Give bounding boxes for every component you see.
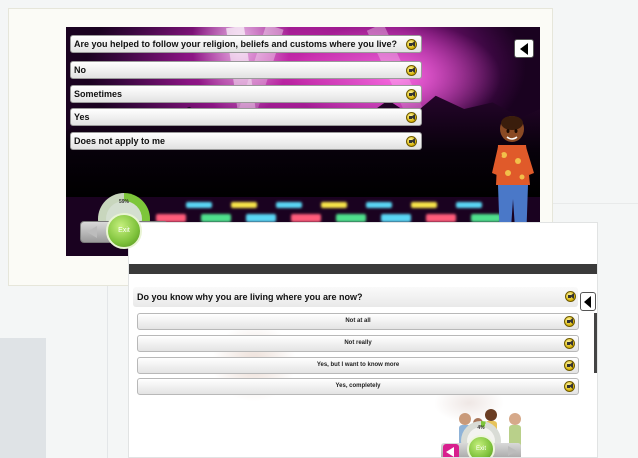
answer-option-completely[interactable]: Yes, completely [137, 378, 579, 395]
scroll-edge [594, 313, 597, 373]
answer-option-want-more[interactable]: Yes, but I want to know more [137, 357, 579, 374]
previous-arrow-icon[interactable] [87, 226, 97, 238]
answer-option-not-at-all[interactable]: Not at all [137, 313, 579, 330]
exit-button[interactable]: Exit [106, 213, 142, 249]
question-text: Do you know why you are living where you… [137, 292, 363, 302]
answer-option-sometimes[interactable]: Sometimes [70, 85, 422, 103]
progress-label: 59% [118, 199, 129, 205]
speaker-icon[interactable] [406, 39, 417, 50]
back-arrow-icon[interactable] [580, 292, 596, 311]
speaker-icon[interactable] [406, 89, 417, 100]
answer-option-yes[interactable]: Yes [70, 108, 422, 126]
speaker-icon[interactable] [406, 65, 417, 76]
answer-label: Not at all [345, 318, 371, 324]
answer-label: Yes, completely [335, 383, 381, 389]
answer-label: No [74, 65, 86, 75]
answer-option-not-really[interactable]: Not really [137, 335, 579, 352]
answer-label: Yes [74, 112, 90, 122]
question-text: Are you helped to follow your religion, … [74, 39, 398, 49]
speaker-icon[interactable] [406, 112, 417, 123]
progress-label: 4% [477, 425, 485, 431]
speaker-icon[interactable] [564, 316, 575, 327]
back-arrow-icon[interactable] [514, 39, 534, 58]
answer-option-no[interactable]: No [70, 61, 422, 79]
question-bar: Do you know why you are living where you… [133, 287, 578, 307]
progress-nav: 4% Exit [441, 421, 521, 457]
answer-label: Not really [344, 340, 372, 346]
exit-button[interactable]: Exit [467, 435, 495, 457]
answer-label: Yes, but I want to know more [316, 362, 400, 368]
divider-line [107, 276, 108, 458]
speaker-icon[interactable] [406, 136, 417, 147]
divider-line [552, 203, 638, 204]
speaker-icon[interactable] [565, 291, 576, 302]
speaker-icon[interactable] [564, 381, 575, 392]
answer-label: Does not apply to me [74, 136, 166, 146]
speaker-icon[interactable] [564, 360, 575, 371]
previous-arrow-icon[interactable] [443, 444, 459, 457]
top-bar [129, 264, 597, 274]
answer-option-not-apply[interactable]: Does not apply to me [70, 132, 422, 150]
screenshot-card-2: Do you know why you are living where you… [128, 222, 598, 458]
answer-label: Sometimes [74, 89, 123, 99]
background-panel [0, 338, 46, 458]
speaker-icon[interactable] [564, 338, 575, 349]
next-arrow-icon[interactable] [508, 446, 517, 456]
question-bar: Are you helped to follow your religion, … [70, 35, 422, 53]
